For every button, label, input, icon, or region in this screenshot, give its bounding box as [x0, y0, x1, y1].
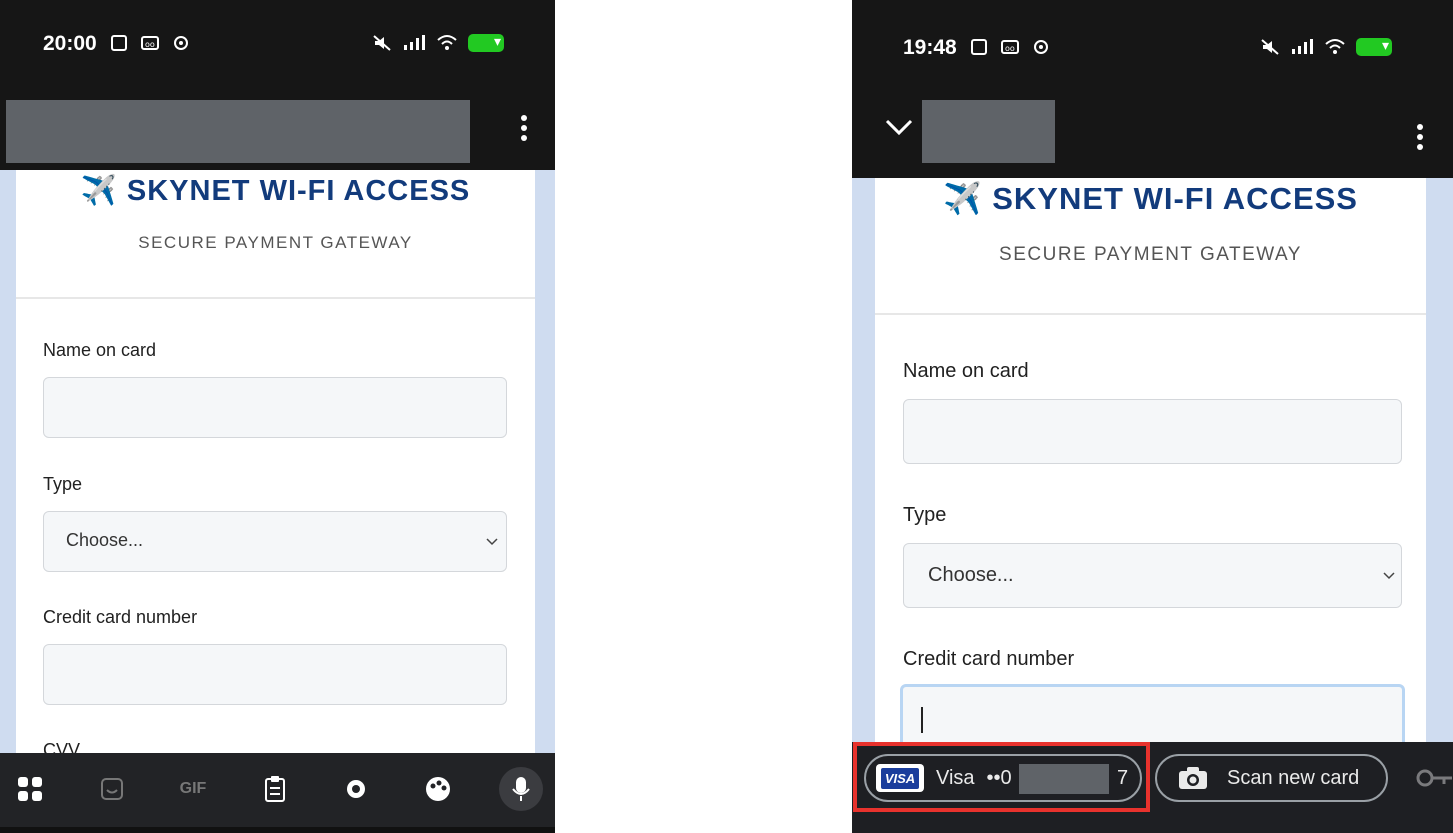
name-on-card-label: Name on card	[903, 360, 1029, 382]
screenshot-icon	[971, 39, 987, 55]
apps-grid-icon[interactable]	[10, 769, 50, 809]
cast-icon: oo	[1001, 40, 1019, 54]
battery-icon	[468, 33, 504, 52]
name-on-card-label: Name on card	[43, 340, 157, 360]
card-type-select[interactable]: Choose...	[43, 511, 507, 572]
payment-card: ✈️ SKYNET WI-FI ACCESS SECURE PAYMENT GA…	[16, 170, 535, 833]
credit-card-number-input[interactable]	[43, 644, 507, 705]
card-type-selected: Choose...	[928, 564, 1014, 586]
brand-title: ✈️ SKYNET WI-FI ACCESS	[943, 181, 1358, 216]
page-subtitle: SECURE PAYMENT GATEWAY	[138, 233, 413, 252]
clipboard-icon[interactable]	[255, 769, 295, 809]
gif-button[interactable]: GIF	[173, 769, 213, 809]
divider	[875, 313, 1426, 315]
card-type-select[interactable]: Choose...	[903, 543, 1402, 608]
mute-icon	[1261, 39, 1279, 55]
mute-icon	[373, 35, 391, 51]
keyboard-toolbar: GIF	[0, 753, 555, 833]
status-bar: 20:00 oo	[0, 0, 555, 100]
autofill-suggestion-bar: VISA Visa ••0 7 Scan new card	[852, 742, 1453, 833]
status-time: 20:00	[43, 32, 97, 55]
signal-icon	[1292, 39, 1313, 54]
wifi-icon	[437, 35, 457, 50]
microphone-icon[interactable]	[499, 767, 543, 811]
status-bar: 19:48 oo	[852, 0, 1453, 100]
credit-card-number-label: Credit card number	[43, 607, 198, 627]
more-options-icon[interactable]	[521, 115, 527, 145]
brand-title: ✈️ SKYNET WI-FI ACCESS	[80, 175, 471, 207]
more-options-icon[interactable]	[1417, 124, 1423, 154]
type-label: Type	[43, 474, 83, 494]
keyboard-settings-icon[interactable]	[336, 769, 376, 809]
theme-palette-icon[interactable]	[418, 769, 458, 809]
browser-toolbar	[852, 100, 1453, 178]
key-icon[interactable]	[1416, 766, 1452, 790]
url-bar-redacted[interactable]	[6, 100, 470, 163]
settings-icon	[1034, 40, 1048, 54]
chevron-down-icon	[1383, 571, 1395, 579]
screenshot-icon	[111, 35, 127, 51]
battery-icon	[1356, 37, 1392, 56]
payment-card: ✈️ SKYNET WI-FI ACCESS SECURE PAYMENT GA…	[875, 178, 1426, 833]
svg-text:oo: oo	[1005, 44, 1015, 53]
text-cursor	[921, 707, 923, 733]
browser-toolbar	[0, 100, 555, 170]
chevron-down-icon[interactable]	[884, 118, 914, 138]
card-type-selected: Choose...	[66, 530, 144, 550]
sticker-icon[interactable]	[92, 769, 132, 809]
name-on-card-input[interactable]	[903, 399, 1402, 464]
svg-text:oo: oo	[145, 40, 155, 49]
signal-icon	[404, 35, 425, 50]
chevron-down-icon	[486, 537, 498, 545]
left-phone-screen: 20:00 oo ✈️ SKYNET WI-FI ACCESS SECURE P…	[0, 0, 555, 833]
camera-icon	[1179, 767, 1207, 789]
right-phone-screen: 19:48 oo ✈️ SKYNET WI-FI ACCESS SECURE P…	[852, 0, 1453, 833]
page-subtitle: SECURE PAYMENT GATEWAY	[999, 244, 1302, 265]
settings-icon	[174, 36, 188, 50]
type-label: Type	[903, 504, 947, 526]
name-on-card-input[interactable]	[43, 377, 507, 438]
url-bar-redacted[interactable]	[922, 100, 1055, 163]
credit-card-number-label: Credit card number	[903, 648, 1075, 670]
scan-new-card-button[interactable]: Scan new card	[1155, 754, 1388, 802]
wifi-icon	[1325, 39, 1345, 54]
status-time: 19:48	[903, 36, 957, 59]
cast-icon: oo	[141, 36, 159, 50]
red-highlight-box	[853, 742, 1150, 812]
divider	[16, 297, 535, 299]
scan-new-card-label: Scan new card	[1227, 766, 1360, 789]
